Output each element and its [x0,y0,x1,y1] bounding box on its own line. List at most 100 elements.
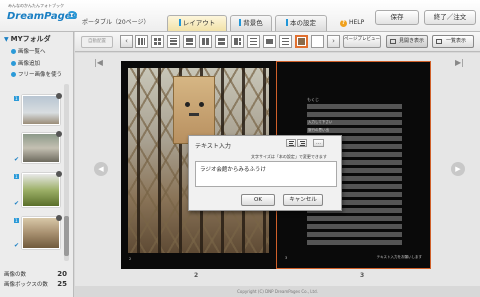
image-thumbnail[interactable]: 1 [14,93,62,125]
page-footer-text: テキスト入力をお願いします [376,255,422,259]
align-center-icon[interactable] [297,139,307,147]
cardboard-box-figure [173,76,215,144]
check-icon: ✔ [14,242,20,249]
page-folio: 2 [129,257,132,261]
remove-icon[interactable] [56,215,62,221]
image-box-count-value: 25 [57,280,67,288]
help-icon: ? [340,20,347,27]
page-preview-button[interactable]: ページプレビュー [343,35,381,48]
layout-option-two-rows[interactable] [215,35,228,48]
bullet-icon [11,60,16,66]
exit-order-button[interactable]: 終了／注文 [424,10,476,25]
toc-line[interactable]: 旅行の思い出 [307,128,402,133]
spread-view-label: 見開き表示 [399,38,425,44]
chevron-down-icon: ▼ [4,36,9,43]
page-number-left: 2 [194,272,199,279]
toc-item-label: 旅行の思い出 [308,128,329,132]
next-page-button[interactable]: ▶ [451,162,465,176]
dreampages-logo[interactable]: みんなのかんたんフォトブック DreamPages [5,3,78,29]
bullet-icon [11,48,16,54]
align-left-icon[interactable] [286,139,296,147]
last-page-icon[interactable]: ▶| [455,58,464,67]
font-size-hint: 文字サイズは「本の設定」で変更できます [251,154,327,159]
toc-line[interactable] [307,216,402,221]
layout-prev-button[interactable]: ‹ [120,35,133,48]
remove-icon[interactable] [56,131,62,137]
layout-option-grid-3x3[interactable] [135,35,148,48]
more-options-button[interactable]: … [313,139,324,147]
tab-layout[interactable]: レイアウト [167,15,227,31]
layout-option-grid-6[interactable] [167,35,180,48]
sidebar-item-image-list[interactable]: 画像一覧へ [11,47,46,55]
layout-option-large-top[interactable] [183,35,196,48]
layout-option-landscape[interactable] [263,35,276,48]
help-label: HELP [349,19,365,26]
save-button[interactable]: 保存 [375,10,419,25]
layout-option-split[interactable] [231,35,244,48]
cancel-button[interactable]: キャンセル [283,194,323,206]
tab-marker-icon [286,19,288,26]
sidebar-item-label: 画像追加 [18,61,41,67]
sidebar-item-add-image[interactable]: 画像追加 [11,59,40,67]
layout-option-blank[interactable] [311,35,324,48]
toc-line[interactable] [307,232,402,237]
bullet-icon [11,71,16,77]
my-folder-sidebar: ▼ MYフォルダ 画像一覧へ 画像追加 フリー画像を使う 1 ✔ 1 ✔ 1 ✔ … [0,32,74,297]
auto-layout-button[interactable]: 自動配置 [81,36,113,48]
toc-line[interactable] [307,104,402,109]
image-thumbnail[interactable]: 1 ✔ [14,215,62,249]
layout-next-button[interactable]: › [327,35,340,48]
tab-background-color[interactable]: 背景色 [230,15,272,31]
usage-count-badge: 1 [14,96,19,101]
scrollbar-thumb[interactable] [64,216,69,256]
sidebar-item-label: フリー画像を使う [18,72,63,78]
logo-tagline: みんなのかんたんフォトブック [8,3,64,8]
layout-option-grid-4[interactable] [151,35,164,48]
prev-page-button[interactable]: ◀ [94,162,108,176]
check-icon: ✔ [14,200,20,207]
toc-line[interactable]: 入力して下さい [307,120,402,125]
tab-marker-icon [178,19,181,26]
text-input-field[interactable]: ラジオ会館からみるふうけ [195,161,337,187]
layout-option-quad[interactable] [199,35,212,48]
text-input-dialog: テキスト入力 … 文字サイズは「本の設定」で変更できます ラジオ会館からみるふう… [188,135,342,211]
layout-option-text[interactable] [279,35,292,48]
ok-button[interactable]: OK [241,194,275,206]
toc-line[interactable] [307,112,402,117]
dialog-title: テキスト入力 [195,143,231,150]
image-thumbnail-list: 1 ✔ 1 ✔ 1 ✔ [10,87,70,262]
usage-count-badge: 1 [14,174,19,179]
help-link[interactable]: ? HELP [340,19,364,27]
image-box-count-label: 画像ボックスの数 [4,282,48,288]
image-thumbnail[interactable]: 1 ✔ [14,171,62,207]
list-view-button[interactable]: 一覧表示 [432,35,474,48]
first-page-icon[interactable]: |◀ [94,58,103,67]
check-icon: ✔ [14,156,20,163]
tab-label: 背景色 [243,19,263,27]
page-number-right: 3 [360,272,365,279]
remove-icon[interactable] [56,93,62,99]
toc-item-label: 入力して下さい [308,120,333,124]
book-type-label: ポータブル（20ページ） [82,19,150,26]
image-thumbnail[interactable]: ✔ [14,131,62,163]
toc-line[interactable] [307,240,402,245]
tab-label: 本の設定 [290,19,316,27]
list-view-label: 一覧表示 [446,38,467,44]
sidebar-title[interactable]: ▼ MYフォルダ [4,34,51,44]
logo-swirl-icon [67,11,77,19]
layout-option-full-photo-selected[interactable] [295,35,308,48]
layout-option-strip[interactable] [247,35,260,48]
layout-toolbar: 自動配置 ‹ › ページプレビュー 見開き表示 一覧表示 [75,32,480,52]
image-count-value: 20 [57,270,67,278]
thumbnail-scrollbar[interactable] [64,84,69,261]
tab-book-settings[interactable]: 本の設定 [275,15,327,31]
sidebar-item-free-images[interactable]: フリー画像を使う [11,70,62,78]
app-header: みんなのかんたんフォトブック DreamPages ポータブル（20ページ） レ… [0,0,480,32]
remove-icon[interactable] [56,171,62,177]
usage-count-badge: 1 [14,218,19,223]
spread-view-button[interactable]: 見開き表示 [386,35,428,48]
toc-line[interactable] [307,224,402,229]
image-count-label: 画像の数 [4,272,27,278]
tab-marker-icon [239,19,242,26]
tab-label: レイアウト [182,19,216,27]
